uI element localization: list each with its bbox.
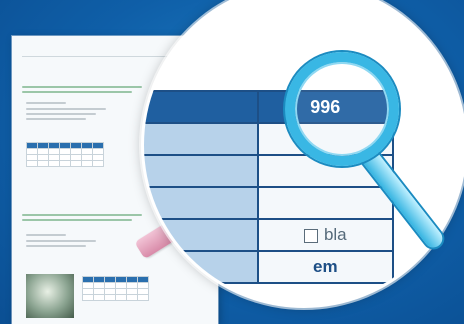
text-line <box>26 108 106 110</box>
highlight-line <box>22 91 132 93</box>
table-row: bla <box>144 218 395 252</box>
cell-label: ngitud <box>144 154 259 188</box>
text-line <box>26 240 96 242</box>
table-row: olor <box>144 186 395 220</box>
checkbox-label: bla <box>323 225 347 244</box>
checkbox-icon <box>303 228 318 243</box>
text-line <box>26 102 66 104</box>
product-photo <box>26 274 74 318</box>
table-row: •••nterior em <box>141 250 395 284</box>
cell-label: le Ultra <box>144 90 259 124</box>
highlight-line <box>22 214 142 216</box>
highlight-line <box>22 219 132 221</box>
text-line <box>26 245 86 247</box>
cell-label-text: nterior <box>141 257 168 276</box>
cell-value <box>256 186 395 220</box>
spec-table-2 <box>82 276 149 301</box>
magnifier-icon <box>285 52 399 166</box>
text-line <box>26 234 66 236</box>
cell-label: aterial <box>144 122 259 156</box>
text-line <box>26 113 96 115</box>
magnifier-lens: le Ultra 996 aterial ngitud olor bla <box>141 0 464 308</box>
cell-label: •••nterior <box>141 250 259 284</box>
cell-label <box>144 218 259 252</box>
cell-label: olor <box>144 186 259 220</box>
spec-table <box>26 142 104 167</box>
cell-value: bla <box>256 218 395 252</box>
text-line <box>26 118 86 120</box>
highlight-line <box>22 86 142 88</box>
cell-value: em <box>256 250 395 284</box>
